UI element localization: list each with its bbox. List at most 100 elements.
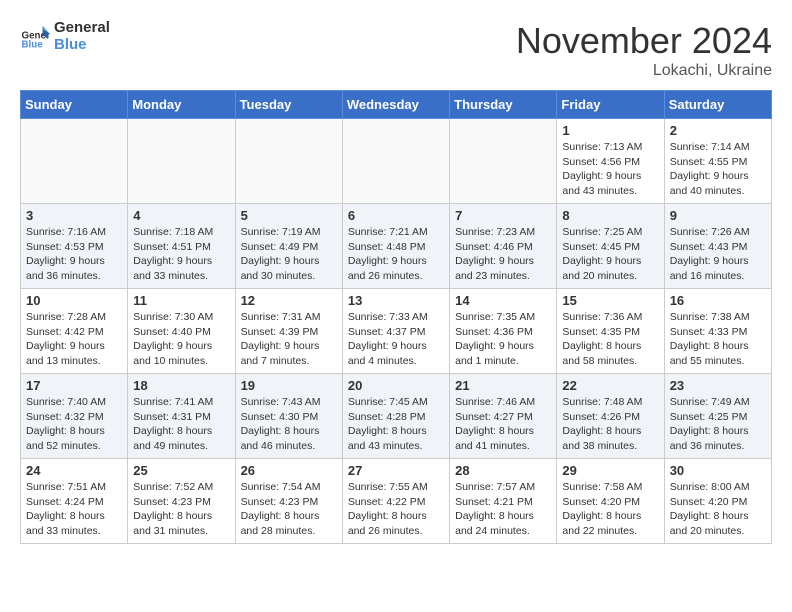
calendar-cell: 7 Sunrise: 7:23 AM Sunset: 4:46 PM Daylig… [450, 204, 557, 289]
header-sunday: Sunday [21, 91, 128, 119]
calendar-cell: 3 Sunrise: 7:16 AM Sunset: 4:53 PM Daylig… [21, 204, 128, 289]
calendar-cell: 15 Sunrise: 7:36 AM Sunset: 4:35 PM Dayli… [557, 289, 664, 374]
day-number: 18 [133, 378, 229, 393]
calendar-cell [21, 119, 128, 204]
day-number: 22 [562, 378, 658, 393]
day-info: Sunrise: 7:52 AM Sunset: 4:23 PM Dayligh… [133, 480, 229, 539]
day-number: 3 [26, 208, 122, 223]
calendar-cell: 17Sunrise: 7:40 AM Sunset: 4:32 PM Dayli… [21, 374, 128, 459]
day-number: 16 [670, 293, 766, 308]
header-thursday: Thursday [450, 91, 557, 119]
calendar-cell: 14 Sunrise: 7:35 AM Sunset: 4:36 PM Dayli… [450, 289, 557, 374]
logo-line1: General [54, 20, 110, 37]
calendar-cell [450, 119, 557, 204]
calendar-cell: 1 Sunrise: 7:13 AM Sunset: 4:56 PM Daylig… [557, 119, 664, 204]
calendar-cell: 6 Sunrise: 7:21 AM Sunset: 4:48 PM Daylig… [342, 204, 449, 289]
calendar-cell: 27 Sunrise: 7:55 AM Sunset: 4:22 PM Dayli… [342, 459, 449, 544]
day-number: 13 [348, 293, 444, 308]
calendar-cell: 4Sunrise: 7:18 AM Sunset: 4:51 PM Daylig… [128, 204, 235, 289]
calendar-header: SundayMondayTuesdayWednesdayThursdayFrid… [21, 91, 772, 119]
day-info: Sunrise: 7:36 AM Sunset: 4:35 PM Dayligh… [562, 310, 658, 369]
day-number: 17 [26, 378, 122, 393]
day-number: 11 [133, 293, 229, 308]
day-number: 1 [562, 123, 658, 138]
day-info: Sunrise: 7:41 AM Sunset: 4:31 PM Dayligh… [133, 395, 229, 454]
header-tuesday: Tuesday [235, 91, 342, 119]
calendar-cell: 10 Sunrise: 7:28 AM Sunset: 4:42 PM Dayli… [21, 289, 128, 374]
calendar-cell: 23 Sunrise: 7:49 AM Sunset: 4:25 PM Dayli… [664, 374, 771, 459]
day-number: 6 [348, 208, 444, 223]
day-info: Sunrise: 7:55 AM Sunset: 4:22 PM Dayligh… [348, 480, 444, 539]
day-info: Sunrise: 7:19 AM Sunset: 4:49 PM Dayligh… [241, 225, 337, 284]
day-number: 15 [562, 293, 658, 308]
calendar-cell: 24 Sunrise: 7:51 AM Sunset: 4:24 PM Dayli… [21, 459, 128, 544]
day-number: 19 [241, 378, 337, 393]
calendar-cell: 19 Sunrise: 7:43 AM Sunset: 4:30 PM Dayli… [235, 374, 342, 459]
day-info: Sunrise: 7:38 AM Sunset: 4:33 PM Dayligh… [670, 310, 766, 369]
header-wednesday: Wednesday [342, 91, 449, 119]
header-friday: Friday [557, 91, 664, 119]
calendar-cell: 30 Sunrise: 8:00 AM Sunset: 4:20 PM Dayli… [664, 459, 771, 544]
calendar-cell: 28Sunrise: 7:57 AM Sunset: 4:21 PM Dayli… [450, 459, 557, 544]
day-number: 30 [670, 463, 766, 478]
svg-text:Blue: Blue [22, 39, 44, 50]
calendar-cell: 11Sunrise: 7:30 AM Sunset: 4:40 PM Dayli… [128, 289, 235, 374]
title-block: November 2024 Lokachi, Ukraine [516, 20, 772, 80]
day-number: 9 [670, 208, 766, 223]
header-monday: Monday [128, 91, 235, 119]
day-info: Sunrise: 7:13 AM Sunset: 4:56 PM Dayligh… [562, 140, 658, 199]
calendar-cell: 22 Sunrise: 7:48 AM Sunset: 4:26 PM Dayli… [557, 374, 664, 459]
day-number: 10 [26, 293, 122, 308]
day-info: Sunrise: 7:35 AM Sunset: 4:36 PM Dayligh… [455, 310, 551, 369]
day-number: 24 [26, 463, 122, 478]
day-number: 4 [133, 208, 229, 223]
calendar-cell: 25Sunrise: 7:52 AM Sunset: 4:23 PM Dayli… [128, 459, 235, 544]
day-info: Sunrise: 7:31 AM Sunset: 4:39 PM Dayligh… [241, 310, 337, 369]
calendar-cell: 29Sunrise: 7:58 AM Sunset: 4:20 PM Dayli… [557, 459, 664, 544]
day-number: 5 [241, 208, 337, 223]
day-info: Sunrise: 8:00 AM Sunset: 4:20 PM Dayligh… [670, 480, 766, 539]
calendar-cell: 18 Sunrise: 7:41 AM Sunset: 4:31 PM Dayli… [128, 374, 235, 459]
calendar-cell: 5 Sunrise: 7:19 AM Sunset: 4:49 PM Daylig… [235, 204, 342, 289]
day-info: Sunrise: 7:46 AM Sunset: 4:27 PM Dayligh… [455, 395, 551, 454]
day-number: 14 [455, 293, 551, 308]
day-info: Sunrise: 7:33 AM Sunset: 4:37 PM Dayligh… [348, 310, 444, 369]
calendar-cell: 13 Sunrise: 7:33 AM Sunset: 4:37 PM Dayli… [342, 289, 449, 374]
logo-line2: Blue [54, 37, 110, 54]
day-info: Sunrise: 7:14 AM Sunset: 4:55 PM Dayligh… [670, 140, 766, 199]
day-info: Sunrise: 7:54 AM Sunset: 4:23 PM Dayligh… [241, 480, 337, 539]
month-title: November 2024 [516, 20, 772, 62]
day-info: Sunrise: 7:48 AM Sunset: 4:26 PM Dayligh… [562, 395, 658, 454]
day-info: Sunrise: 7:49 AM Sunset: 4:25 PM Dayligh… [670, 395, 766, 454]
day-number: 26 [241, 463, 337, 478]
calendar-cell: 12 Sunrise: 7:31 AM Sunset: 4:39 PM Dayli… [235, 289, 342, 374]
day-number: 28 [455, 463, 551, 478]
day-info: Sunrise: 7:43 AM Sunset: 4:30 PM Dayligh… [241, 395, 337, 454]
logo-icon: General Blue [20, 22, 50, 52]
calendar-cell [128, 119, 235, 204]
day-info: Sunrise: 7:25 AM Sunset: 4:45 PM Dayligh… [562, 225, 658, 284]
day-number: 21 [455, 378, 551, 393]
day-info: Sunrise: 7:28 AM Sunset: 4:42 PM Dayligh… [26, 310, 122, 369]
logo: General Blue General Blue [20, 20, 110, 53]
location: Lokachi, Ukraine [516, 62, 772, 80]
day-info: Sunrise: 7:16 AM Sunset: 4:53 PM Dayligh… [26, 225, 122, 284]
day-number: 29 [562, 463, 658, 478]
calendar-cell: 9 Sunrise: 7:26 AM Sunset: 4:43 PM Daylig… [664, 204, 771, 289]
calendar-cell: 16 Sunrise: 7:38 AM Sunset: 4:33 PM Dayli… [664, 289, 771, 374]
calendar-cell: 26 Sunrise: 7:54 AM Sunset: 4:23 PM Dayli… [235, 459, 342, 544]
calendar-cell: 20Sunrise: 7:45 AM Sunset: 4:28 PM Dayli… [342, 374, 449, 459]
calendar-cell: 8Sunrise: 7:25 AM Sunset: 4:45 PM Daylig… [557, 204, 664, 289]
day-number: 2 [670, 123, 766, 138]
day-number: 23 [670, 378, 766, 393]
day-info: Sunrise: 7:51 AM Sunset: 4:24 PM Dayligh… [26, 480, 122, 539]
day-number: 27 [348, 463, 444, 478]
day-info: Sunrise: 7:26 AM Sunset: 4:43 PM Dayligh… [670, 225, 766, 284]
header-saturday: Saturday [664, 91, 771, 119]
day-info: Sunrise: 7:21 AM Sunset: 4:48 PM Dayligh… [348, 225, 444, 284]
day-info: Sunrise: 7:23 AM Sunset: 4:46 PM Dayligh… [455, 225, 551, 284]
calendar-cell [342, 119, 449, 204]
day-number: 12 [241, 293, 337, 308]
day-number: 7 [455, 208, 551, 223]
calendar-table: SundayMondayTuesdayWednesdayThursdayFrid… [20, 90, 772, 544]
